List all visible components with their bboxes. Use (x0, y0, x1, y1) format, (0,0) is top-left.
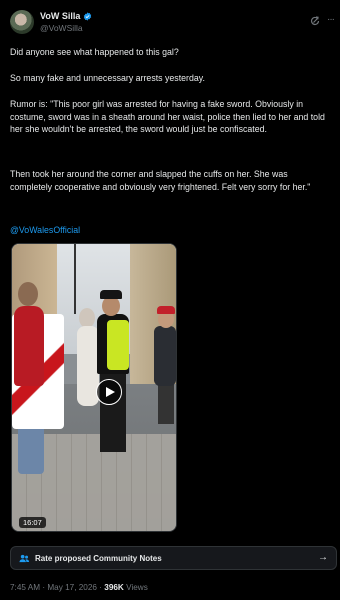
author-display-name[interactable]: VoW Silla (40, 11, 80, 21)
author-name-row: VoW Silla (40, 11, 92, 21)
more-options-icon[interactable]: ··· (327, 15, 337, 27)
video-scene-officer-head (102, 296, 120, 316)
views-label: Views (126, 583, 148, 592)
video-scene-person-red-jacket (14, 306, 44, 386)
post-date[interactable]: May 17, 2026 (47, 583, 97, 592)
video-thumbnail[interactable]: 16:07 (11, 243, 177, 532)
video-scene-person-head (18, 282, 38, 306)
video-scene-officer-hat (100, 290, 122, 299)
post-text-paragraph-4: Then took her around the corner and slap… (10, 169, 311, 192)
post-text-paragraph-2: So many fake and unnecessary arrests yes… (10, 73, 205, 83)
post-header: VoW Silla @VoWSilla ··· (10, 8, 335, 40)
post-text-paragraph-1: Did anyone see what happened to this gal… (10, 47, 179, 57)
video-scene-woman-head (79, 308, 95, 328)
community-notes-label: Rate proposed Community Notes (35, 553, 162, 563)
video-scene-officer-vest (107, 320, 129, 370)
play-icon (106, 387, 115, 397)
community-notes-button[interactable]: Rate proposed Community Notes → (10, 546, 337, 570)
meta-separator-2: · (99, 583, 102, 592)
video-scene-man-legs (158, 384, 174, 424)
meta-separator-1: · (42, 583, 46, 592)
people-icon (19, 554, 30, 563)
views-count: 396K (104, 583, 124, 592)
avatar[interactable] (10, 10, 34, 34)
video-scene-lamp-post (74, 244, 76, 314)
post-time[interactable]: 7:45 AM (10, 583, 40, 592)
author-handle[interactable]: @VoWSilla (40, 23, 83, 33)
arrow-right-icon: → (318, 552, 328, 563)
video-scene-man-cap (157, 306, 175, 314)
mention-link[interactable]: @VoWalesOfficial (10, 225, 80, 235)
video-duration: 16:07 (19, 517, 46, 528)
post-text-paragraph-3: Rumor is: "This poor girl was arrested f… (10, 99, 325, 134)
verified-badge-icon (84, 11, 92, 21)
play-button[interactable] (96, 379, 122, 405)
video-scene-man-body (154, 326, 176, 386)
post-metadata: 7:45 AM · May 17, 2026 · 396K Views (10, 583, 148, 592)
grok-icon[interactable] (309, 15, 321, 27)
